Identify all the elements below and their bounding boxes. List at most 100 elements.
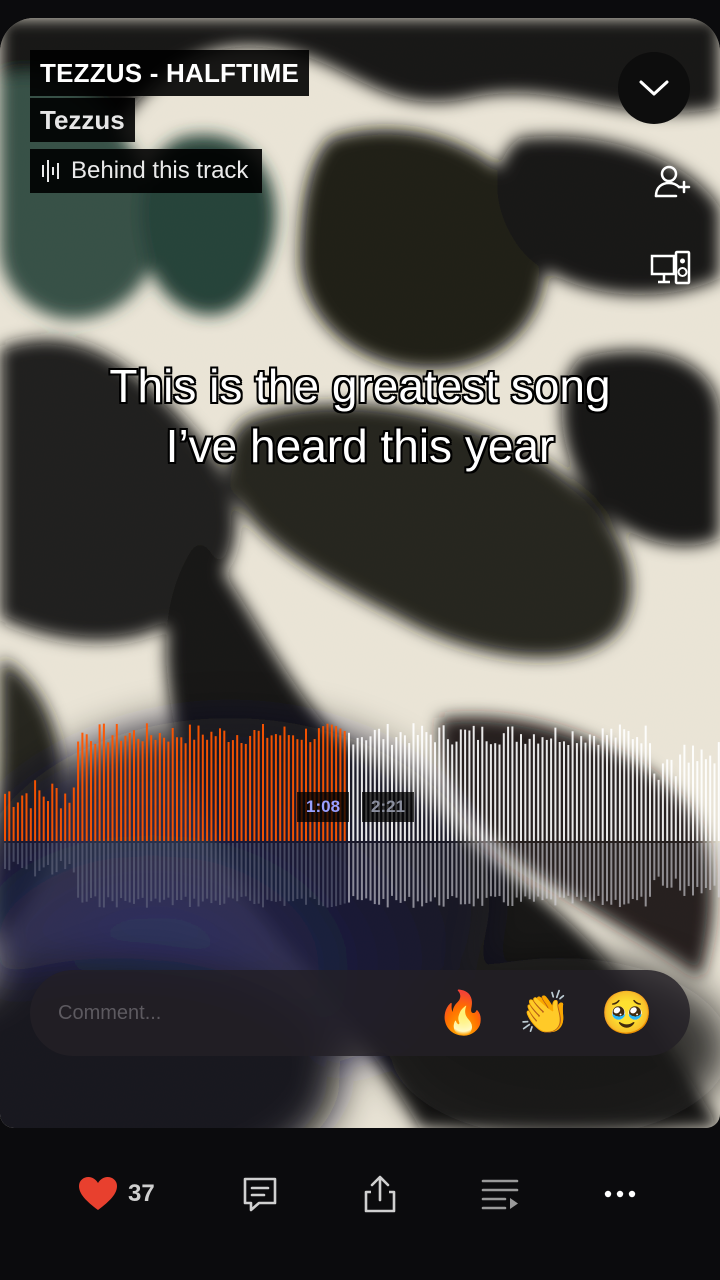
waveform-bar (206, 739, 209, 841)
waveform-reflection-bar (378, 843, 381, 905)
waveform-reflection-bar (141, 843, 144, 898)
waveform-reflection-bar (128, 843, 131, 903)
waveform-bar (382, 739, 385, 841)
clap-reaction-button[interactable]: 👏 (506, 974, 584, 1052)
comment-input[interactable]: Comment... (30, 1002, 424, 1025)
waveform-bar (4, 793, 6, 841)
waveform-bar (713, 763, 716, 841)
waveform-bar (412, 723, 415, 841)
waveform-bar (618, 724, 621, 841)
waveform-bar (59, 808, 62, 841)
waveform-reflection-bar (227, 843, 230, 898)
waveform-bar (571, 731, 574, 841)
queue-button[interactable] (478, 1170, 522, 1218)
waveform-bar (85, 734, 88, 841)
waveform-reflection-bar (266, 843, 269, 900)
waveform-bar (524, 743, 527, 841)
waveform-bar (150, 735, 153, 841)
waveform-reflection-bar (219, 843, 221, 905)
waveform-reflection-bar (240, 843, 243, 897)
waveform-bar (403, 735, 406, 841)
waveform-reflection-bar (485, 843, 488, 898)
total-time: 2:21 (362, 792, 415, 822)
waveform-bar (369, 736, 372, 841)
track-artist[interactable]: Tezzus (30, 98, 135, 142)
waveform-reflection-bar (373, 843, 376, 905)
waveform-bar (425, 732, 428, 841)
waveform-reflection-bar (575, 843, 578, 897)
waveform-bar (356, 737, 359, 841)
waveform-bar (601, 728, 604, 841)
waveform-reflection-bar (77, 843, 80, 898)
waveform-bar (700, 749, 703, 841)
waveform-bar (98, 724, 101, 841)
waveform-bar (657, 779, 660, 841)
waveform-reflection-bar (593, 843, 596, 901)
more-icon (604, 1190, 636, 1198)
waveform-bar (42, 796, 45, 841)
waveform-bar (528, 738, 531, 841)
waveform-reflection-bar (29, 843, 32, 862)
waveform-reflection-bar (601, 843, 604, 905)
follow-artist-button[interactable] (652, 162, 692, 202)
waveform-reflection-bar (442, 843, 445, 907)
waveform-bar (90, 741, 92, 841)
waveform-bar (395, 737, 398, 841)
waveform-reflection-bar (412, 843, 415, 908)
waveform-bar (111, 735, 114, 841)
behind-this-track-button[interactable]: Behind this track (30, 149, 263, 193)
waveform-bar (378, 728, 381, 841)
waveform-reflection-bar (550, 843, 553, 900)
waveform-reflection-bar (210, 843, 213, 904)
waveform-bar (477, 739, 479, 841)
waveform-reflection-bar (236, 843, 239, 902)
waveform-bar (292, 735, 295, 841)
waveform-bar (704, 759, 707, 841)
waveform-bar (507, 726, 510, 841)
share-button[interactable] (358, 1170, 402, 1218)
waveform-reflection-bar (102, 843, 105, 908)
waveform-scrubber[interactable] (0, 704, 720, 934)
waveform-reflection-bar (335, 843, 338, 907)
waveform-bar (262, 723, 264, 841)
waveform-bar (81, 732, 84, 841)
waveform-bar (214, 736, 217, 841)
waveform-bar (360, 737, 363, 841)
waveform-bar (438, 727, 441, 841)
waveform-reflection-bar (386, 843, 389, 908)
waveform-reflection-bar (584, 843, 587, 898)
like-button[interactable]: 37 (78, 1170, 155, 1218)
waveform-reflection-bar (408, 843, 411, 897)
teary-face-reaction-button[interactable]: 🥹 (588, 974, 666, 1052)
waveform-bar (606, 735, 608, 841)
waveform-reflection-bar (597, 843, 600, 896)
waveform-bar (120, 740, 123, 841)
heart-icon (79, 1177, 117, 1210)
waveform-reflection-bar (25, 843, 28, 870)
waveform-reflection-bar (193, 843, 196, 899)
waveform-reflection-bar (631, 843, 634, 900)
waveform-reflection-bar (348, 843, 350, 903)
waveform-reflection-bar (481, 843, 484, 906)
waveform-reflection-bar (201, 843, 204, 902)
comments-button[interactable] (238, 1170, 282, 1218)
waveform-reflection-bar (618, 843, 621, 908)
waveform-reflection-bar (47, 843, 49, 865)
waveform-reflection-bar (145, 843, 148, 908)
waveform-reflection-bar (477, 843, 479, 899)
waveform-bar (236, 735, 239, 841)
collapse-player-button[interactable] (618, 52, 690, 124)
more-options-button[interactable] (598, 1170, 642, 1218)
waveform-bar (644, 725, 647, 841)
waveform-reflection-bar (468, 843, 471, 904)
fire-reaction-button[interactable]: 🔥 (424, 974, 502, 1052)
waveform-reflection-bar (322, 843, 325, 907)
waveform-reflection-bar (163, 843, 166, 900)
waveform-reflection-bar (683, 843, 686, 896)
waveform-bar (709, 755, 712, 841)
devices-button[interactable] (650, 250, 692, 286)
track-title[interactable]: TEZZUS - HALFTIME (30, 50, 310, 96)
waveform-reflection-bar (666, 843, 669, 888)
waveform-reflection-bar (184, 843, 187, 897)
waveform-bar (279, 735, 282, 841)
